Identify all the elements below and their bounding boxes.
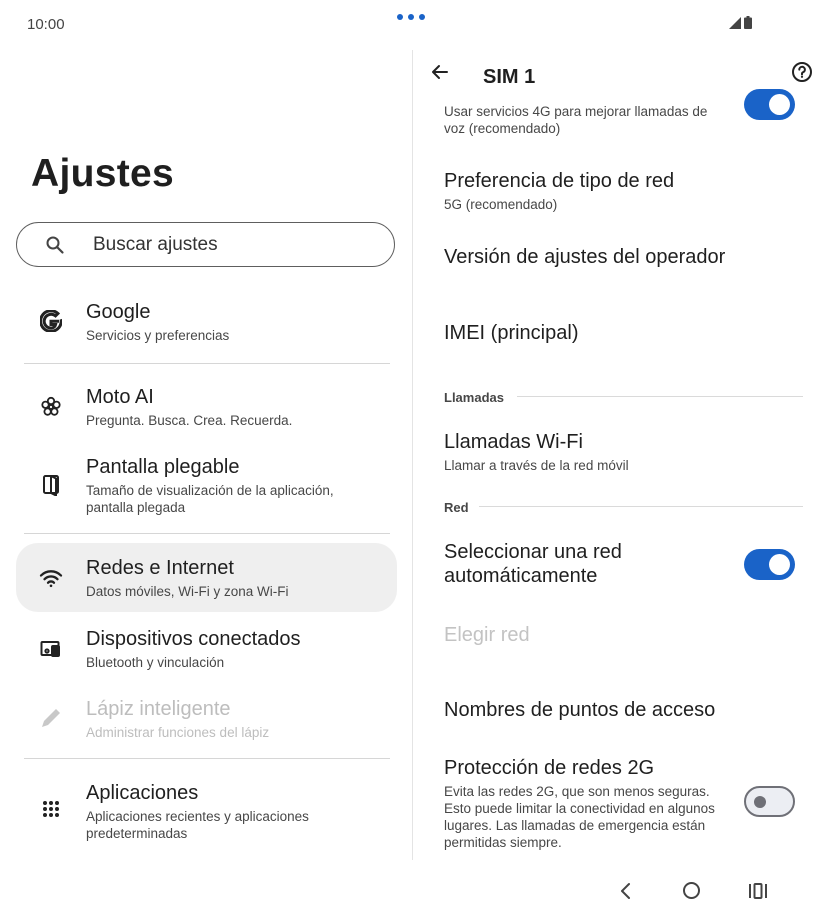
apps-grid-icon xyxy=(38,796,64,822)
status-icons xyxy=(729,16,752,29)
network-type-title[interactable]: Preferencia de tipo de red xyxy=(444,170,674,193)
item-subtitle: Servicios y preferencias xyxy=(86,328,230,343)
google-g-icon xyxy=(38,308,64,334)
carrier-settings-version[interactable]: Versión de ajustes del operador xyxy=(444,246,725,269)
back-arrow-icon[interactable] xyxy=(430,62,450,82)
item-subtitle: Administrar funciones del lápiz xyxy=(86,725,270,740)
choose-network: Elegir red xyxy=(444,624,530,646)
settings-item-network-internet[interactable]: Redes e Internet Datos móviles, Wi-Fi y … xyxy=(16,543,397,612)
protection-2g-toggle[interactable] xyxy=(744,786,795,817)
settings-item-moto-ai[interactable]: Moto AI Pregunta. Busca. Crea. Recuerda. xyxy=(16,380,397,436)
item-title: Dispositivos conectados xyxy=(86,628,301,650)
item-title: Lápiz inteligente xyxy=(86,698,231,720)
divider xyxy=(24,758,390,759)
screen-title: SIM 1 xyxy=(483,66,536,88)
divider xyxy=(24,363,390,364)
wifi-calling-title[interactable]: Llamadas Wi-Fi xyxy=(444,431,583,454)
wifi-icon xyxy=(38,565,64,591)
item-subtitle: Bluetooth y vinculación xyxy=(86,655,225,670)
connected-devices-icon xyxy=(38,636,64,662)
search-placeholder: Buscar ajustes xyxy=(93,234,218,255)
wifi-calling-subtitle: Llamar a través de la red móvil xyxy=(444,458,629,473)
item-title: Google xyxy=(86,301,151,323)
settings-item-apps[interactable]: Aplicaciones Aplicaciones recientes y ap… xyxy=(16,776,397,846)
status-time: 10:00 xyxy=(27,16,65,33)
item-title: Redes e Internet xyxy=(86,557,234,579)
help-icon[interactable] xyxy=(791,61,813,83)
nav-recents-icon[interactable] xyxy=(748,883,768,899)
foldable-phone-icon xyxy=(38,472,64,498)
volte-subtitle: Usar servicios 4G para mejorar llamadas … xyxy=(444,104,708,136)
auto-select-network-title[interactable]: Seleccionar una red xyxy=(444,541,622,564)
settings-item-foldable-display[interactable]: Pantalla plegable Tamaño de visualizació… xyxy=(16,450,397,522)
nav-home-icon[interactable] xyxy=(683,882,700,899)
item-subtitle: Tamaño de visualización de la aplicación… xyxy=(86,483,334,515)
pen-icon xyxy=(38,705,64,731)
protection-2g-title[interactable]: Protección de redes 2G xyxy=(444,757,654,780)
pane-divider xyxy=(412,50,413,860)
battery-icon xyxy=(744,16,752,29)
item-title: Pantalla plegable xyxy=(86,456,240,478)
section-header-calls: Llamadas xyxy=(444,390,504,405)
nav-back-icon[interactable] xyxy=(619,882,633,900)
divider xyxy=(24,533,390,534)
section-header-network: Red xyxy=(444,500,469,515)
auto-select-network-toggle[interactable] xyxy=(744,549,795,580)
item-subtitle: Aplicaciones recientes y aplicaciones pr… xyxy=(86,809,309,841)
search-icon xyxy=(46,236,64,254)
item-title: Aplicaciones xyxy=(86,782,199,804)
settings-item-google[interactable]: Google Servicios y preferencias xyxy=(16,296,397,352)
auto-select-network-title-2[interactable]: automáticamente xyxy=(444,565,597,588)
imei-primary[interactable]: IMEI (principal) xyxy=(444,322,578,345)
network-type-subtitle: 5G (recomendado) xyxy=(444,197,558,212)
item-subtitle: Datos móviles, Wi-Fi y zona Wi-Fi xyxy=(86,584,289,599)
section-divider xyxy=(479,506,803,507)
search-bar[interactable]: Buscar ajustes xyxy=(16,222,395,267)
item-title: Moto AI xyxy=(86,386,154,408)
protection-2g-subtitle: Evita las redes 2G, que son menos segura… xyxy=(444,784,715,850)
settings-item-connected-devices[interactable]: Dispositivos conectados Bluetooth y vinc… xyxy=(16,620,397,676)
settings-item-smart-pen: Lápiz inteligente Administrar funciones … xyxy=(16,690,397,746)
more-dots-icon[interactable] xyxy=(397,14,425,20)
item-subtitle: Pregunta. Busca. Crea. Recuerda. xyxy=(86,413,293,428)
section-divider xyxy=(517,396,803,397)
page-title: Ajustes xyxy=(31,152,174,195)
access-point-names[interactable]: Nombres de puntos de acceso xyxy=(444,699,715,722)
volte-toggle[interactable] xyxy=(744,89,795,120)
cell-signal-icon xyxy=(729,17,741,29)
moto-ai-flower-icon xyxy=(38,394,64,420)
